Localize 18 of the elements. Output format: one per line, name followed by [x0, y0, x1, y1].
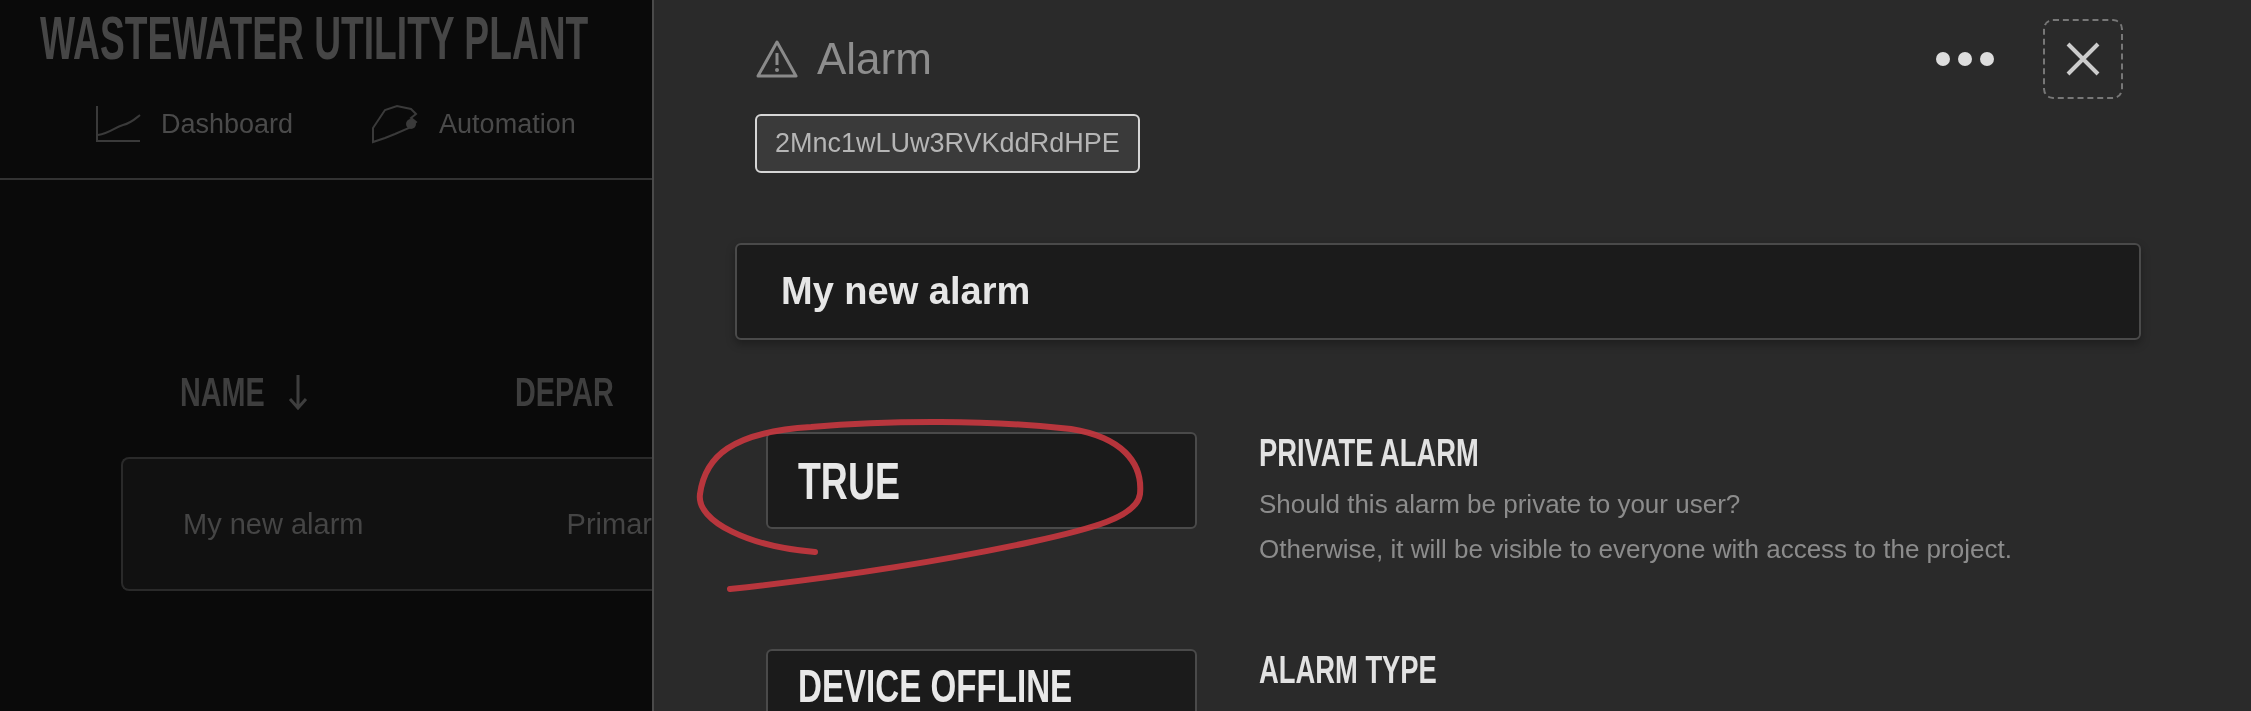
line-chart-icon — [95, 105, 141, 143]
close-button[interactable] — [2043, 19, 2123, 99]
nav-tab[interactable]: Dashboard — [95, 74, 294, 178]
setting-label: PRIVATE ALARM — [1259, 432, 1480, 475]
more-options-button[interactable] — [1935, 51, 1995, 67]
close-icon — [2064, 40, 2102, 78]
warning-icon — [755, 39, 799, 79]
setting-description: Otherwise, it will be visible to everyone with access to the project. — [1259, 534, 2012, 565]
more-icon — [1935, 51, 1995, 67]
app-title: WASTEWATER UTILITY PLANT — [40, 1, 589, 73]
value-selector[interactable]: DEVICE OFFLINE — [766, 649, 1197, 711]
panel-title: Alarm — [817, 34, 932, 84]
id-tag: 2Mnc1wLUw3RVKddRdHPE — [755, 114, 1140, 173]
name-field[interactable]: My new alarm — [735, 243, 2141, 340]
setting-description: Should this alarm be private to your user? — [1259, 489, 1742, 520]
value-selector[interactable]: TRUE — [766, 432, 1197, 529]
nav-tab[interactable]: Automation — [371, 74, 576, 178]
setting-label: ALARM TYPE — [1259, 649, 1437, 692]
